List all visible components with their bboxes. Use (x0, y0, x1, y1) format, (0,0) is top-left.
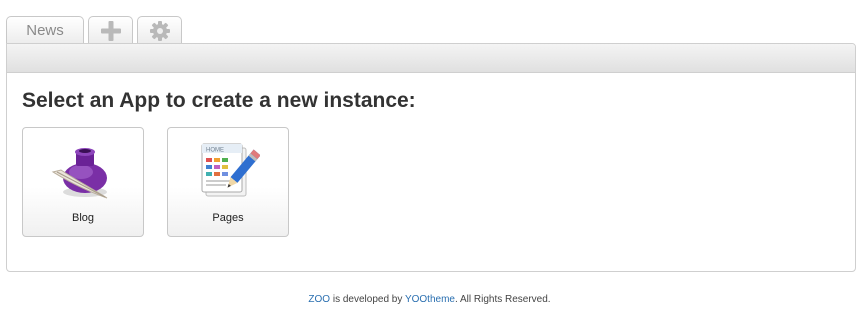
app-blog-label: Blog (71, 212, 95, 224)
app-pages-button[interactable]: HOME Pages (167, 127, 289, 237)
zoo-link[interactable]: ZOO (308, 294, 330, 305)
tab-news[interactable]: News (6, 16, 84, 44)
gear-icon (149, 20, 170, 41)
footer-text-middle: is developed by (330, 294, 405, 305)
page-title: Select an App to create a new instance: (22, 89, 416, 112)
toolbar (7, 44, 855, 73)
app-pages-label: Pages (212, 212, 244, 224)
svg-text:HOME: HOME (206, 148, 224, 154)
pages-pencil-icon: HOME (201, 143, 260, 197)
yootheme-link[interactable]: YOOtheme (405, 294, 455, 305)
app-list: Blog HOME Pages (22, 127, 289, 237)
tab-add[interactable] (88, 16, 133, 44)
inkwell-quill-icon (51, 148, 108, 199)
main-panel: Select an App to create a new instance: … (6, 43, 856, 272)
tab-bar: News (6, 16, 182, 44)
plus-icon (100, 20, 121, 41)
footer-text-end: . All Rights Reserved. (454, 294, 551, 305)
tab-settings[interactable] (137, 16, 182, 44)
tab-news-label: News (26, 22, 64, 39)
footer: ZOO is developed by YOOtheme. All Rights… (0, 294, 859, 305)
app-blog-button[interactable]: Blog (22, 127, 144, 237)
